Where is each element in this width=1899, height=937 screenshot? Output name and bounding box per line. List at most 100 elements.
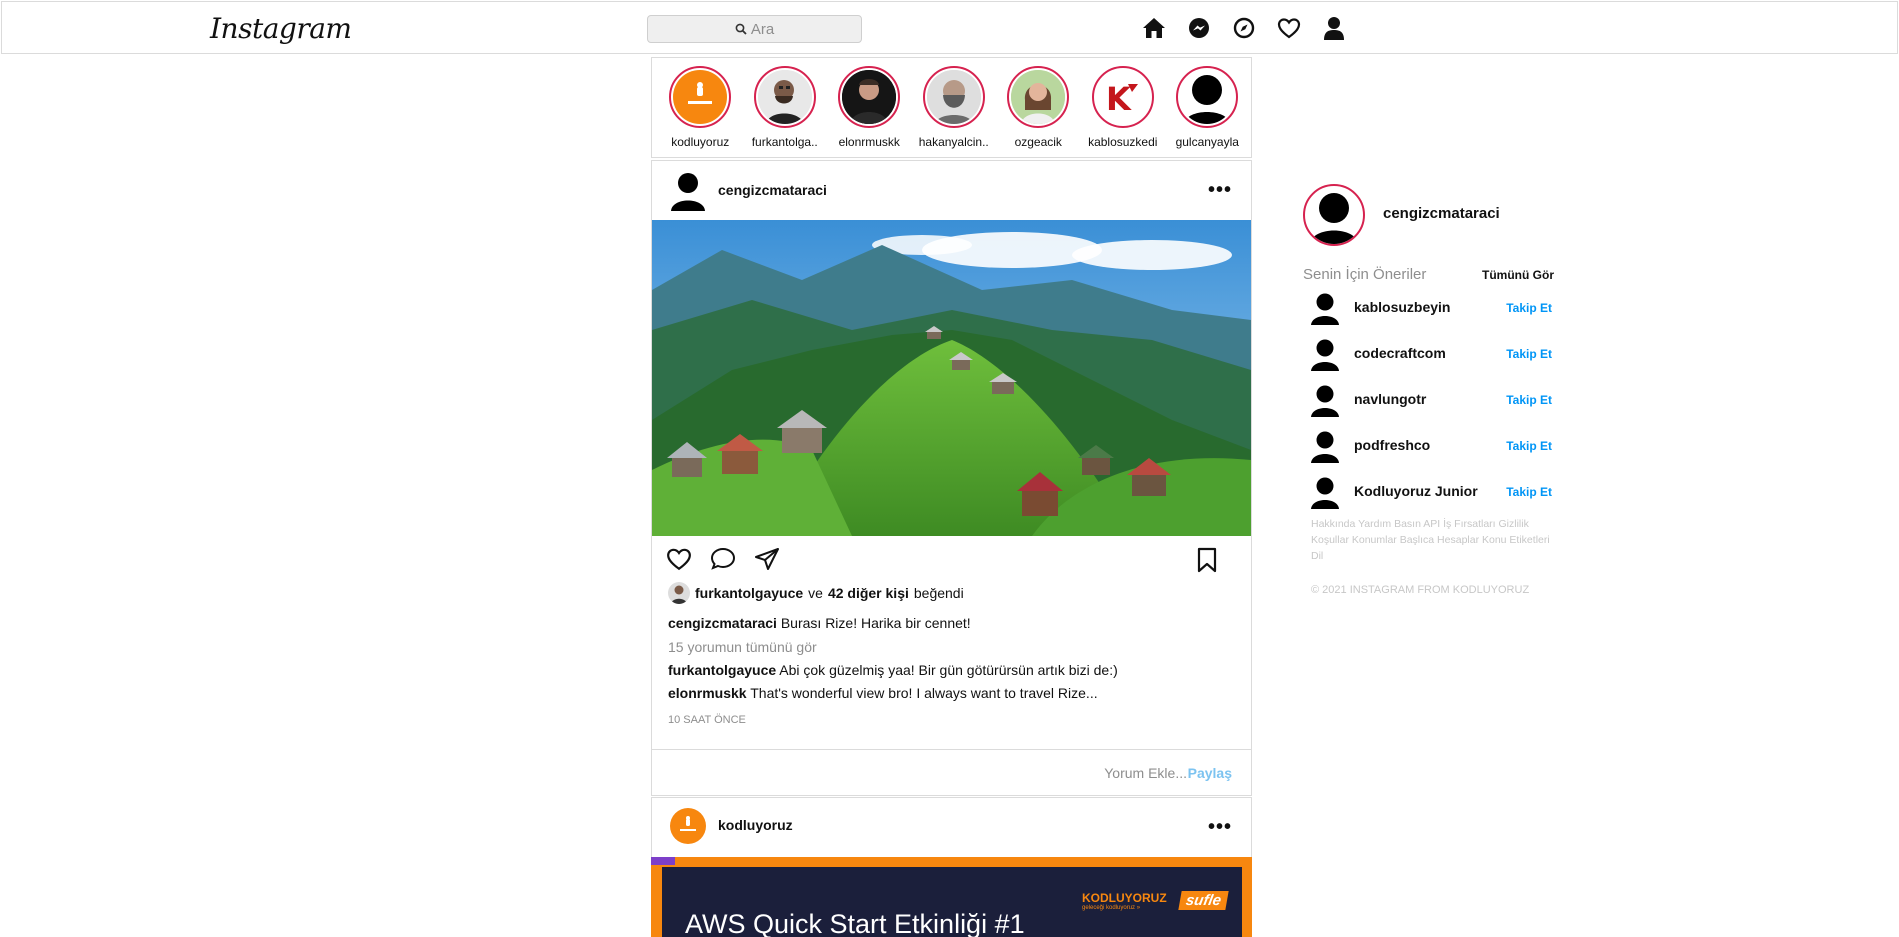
suggestion-username[interactable]: codecraftcom: [1354, 345, 1446, 361]
post-username[interactable]: kodluyoruz: [718, 817, 793, 833]
avatar: [926, 70, 981, 124]
post-actions: [666, 547, 1236, 575]
banner-brand-sub: geleceği kodluyoruz »: [1082, 905, 1141, 911]
my-avatar[interactable]: [1303, 184, 1365, 246]
feed-post: kodluyoruz ••• KODLUYORUZ geleceği kodlu…: [651, 797, 1252, 937]
see-all-link[interactable]: Tümünü Gör: [1482, 268, 1554, 282]
default-avatar-icon: [1180, 70, 1235, 124]
follow-button[interactable]: Takip Et: [1506, 393, 1552, 407]
follow-button[interactable]: Takip Et: [1506, 301, 1552, 315]
story-name: kablosuzkedi: [1088, 135, 1158, 149]
story-item[interactable]: K kablosuzkedi: [1081, 66, 1166, 157]
story-name: hakanyalcin..: [918, 135, 989, 149]
copyright: © 2021 INSTAGRAM FROM KODLUYORUZ: [1311, 584, 1530, 596]
suggestion-username[interactable]: podfreshco: [1354, 437, 1430, 453]
story-name: elonrmuskk: [838, 135, 900, 149]
my-username[interactable]: cengizcmataraci: [1383, 205, 1500, 222]
post-caption: cengizcmataraci Burası Rize! Harika bir …: [668, 615, 971, 631]
comment-input[interactable]: Yorum Ekle...: [1104, 765, 1187, 781]
comment-icon[interactable]: [710, 547, 736, 576]
story-name: gulcanyayla: [1175, 135, 1239, 149]
default-avatar-icon[interactable]: [1310, 429, 1340, 463]
suggestion-item: navlungotr Takip Et: [1310, 383, 1552, 417]
default-avatar-icon[interactable]: [670, 171, 706, 211]
banner-accent: [651, 857, 675, 865]
caption-text: Burası Rize! Harika bir cennet!: [780, 615, 971, 631]
follow-button[interactable]: Takip Et: [1506, 439, 1552, 453]
default-avatar-icon[interactable]: [1310, 291, 1340, 325]
post-image[interactable]: KODLUYORUZ geleceği kodluyoruz » sufle A…: [651, 857, 1252, 937]
story-item[interactable]: ozgeacik: [996, 66, 1081, 157]
instagram-logo[interactable]: Instagram: [210, 12, 352, 45]
comment: furkantolgayuce Abi çok güzelmiş yaa! Bi…: [668, 662, 1118, 678]
follow-button[interactable]: Takip Et: [1506, 485, 1552, 499]
suggestion-username[interactable]: Kodluyoruz Junior: [1354, 483, 1478, 499]
story-item[interactable]: gulcanyayla: [1165, 66, 1250, 157]
avatar: [668, 582, 690, 604]
search-icon: [735, 23, 747, 35]
view-all-comments-link[interactable]: 15 yorumun tümünü gör: [668, 639, 817, 655]
kodluyoruz-avatar[interactable]: [670, 808, 706, 844]
liked-conj: ve: [808, 585, 823, 601]
story-item[interactable]: kodluyoruz: [658, 66, 743, 157]
story-item[interactable]: furkantolga..: [743, 66, 828, 157]
post-username[interactable]: cengizcmataraci: [718, 182, 827, 198]
story-name: ozgeacik: [1014, 135, 1062, 149]
post-timestamp: 10 SAAT ÖNCE: [668, 714, 746, 726]
suggestion-username[interactable]: kablosuzbeyin: [1354, 299, 1450, 315]
post-header: cengizcmataraci •••: [652, 161, 1251, 221]
kablosuzkedi-logo: K: [1095, 70, 1150, 124]
comment-text: Abi çok güzelmiş yaa! Bir gün götürürsün…: [779, 662, 1118, 678]
top-navbar: Instagram Ara: [1, 1, 1898, 54]
banner-partner: sufle: [1178, 891, 1229, 910]
avatar: [757, 70, 812, 124]
avatar: [842, 70, 897, 124]
liked-by-user[interactable]: furkantolgayuce: [695, 585, 803, 601]
add-comment-bar: Yorum Ekle... Paylaş: [652, 749, 1251, 795]
comment-text: That's wonderful view bro! I always want…: [750, 685, 1098, 701]
story-name: furkantolga..: [751, 135, 818, 149]
footer-links[interactable]: Hakkında Yardım Basın API İş Fırsatları …: [1311, 516, 1551, 564]
more-options-icon[interactable]: •••: [1208, 817, 1232, 837]
stories-bar: kodluyoruz furkantolga.. elonrmuskk haka…: [651, 57, 1252, 158]
banner-title: AWS Quick Start Etkinliği #1: [685, 909, 1025, 937]
suggestion-item: Kodluyoruz Junior Takip Et: [1310, 475, 1552, 509]
share-comment-button[interactable]: Paylaş: [1188, 765, 1232, 781]
profile-icon[interactable]: [1322, 14, 1346, 42]
suggestion-item: podfreshco Takip Et: [1310, 429, 1552, 463]
story-item[interactable]: hakanyalcin..: [912, 66, 997, 157]
story-item[interactable]: elonrmuskk: [827, 66, 912, 157]
liked-others[interactable]: 42 diğer kişi: [828, 585, 909, 601]
suggestion-item: codecraftcom Takip Et: [1310, 337, 1552, 371]
liked-suffix: beğendi: [913, 585, 964, 601]
suggestion-item: kablosuzbeyin Takip Et: [1310, 291, 1552, 325]
search-placeholder: Ara: [750, 20, 775, 38]
comment-username[interactable]: furkantolgayuce: [668, 662, 776, 678]
default-avatar-icon[interactable]: [1310, 337, 1340, 371]
like-icon[interactable]: [666, 547, 692, 576]
avatar: [1011, 70, 1066, 124]
kodluyoruz-avatar: [673, 70, 728, 124]
feed-post: cengizcmataraci ••• furkantolgayuce ve 4…: [651, 160, 1252, 796]
default-avatar-icon[interactable]: [1310, 383, 1340, 417]
story-name: kodluyoruz: [671, 135, 730, 149]
more-options-icon[interactable]: •••: [1208, 180, 1232, 200]
messenger-icon[interactable]: [1187, 14, 1211, 42]
comment: elonrmuskk That's wonderful view bro! I …: [668, 685, 1098, 701]
default-avatar-icon[interactable]: [1310, 475, 1340, 509]
suggestion-username[interactable]: navlungotr: [1354, 391, 1426, 407]
caption-username[interactable]: cengizcmataraci: [668, 615, 777, 631]
svg-text:K: K: [1106, 80, 1132, 118]
follow-button[interactable]: Takip Et: [1506, 347, 1552, 361]
home-icon[interactable]: [1142, 14, 1166, 42]
banner-brand: KODLUYORUZ: [1082, 891, 1167, 905]
likes-line: furkantolgayuce ve 42 diğer kişi beğendi: [668, 582, 964, 604]
bookmark-icon[interactable]: [1196, 547, 1218, 578]
share-icon[interactable]: [754, 547, 780, 576]
post-image[interactable]: [652, 220, 1251, 536]
heart-icon[interactable]: [1277, 14, 1301, 42]
search-input[interactable]: Ara: [647, 15, 862, 43]
suggestions-title: Senin İçin Öneriler: [1303, 266, 1427, 283]
explore-icon[interactable]: [1232, 14, 1256, 42]
comment-username[interactable]: elonrmuskk: [668, 685, 747, 701]
